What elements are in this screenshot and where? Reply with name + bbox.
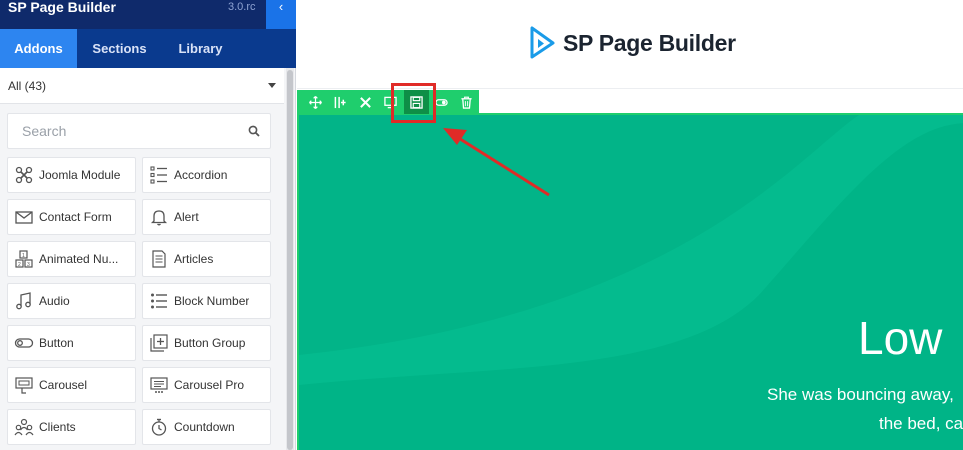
addon-label: Button Group [174,336,246,350]
clients-icon [14,418,34,436]
sidebar-header: SP Page Builder 3.0.rc ‹ [0,0,296,29]
addon-contact-form[interactable]: Contact Form [7,199,136,235]
addon-label: Alert [174,210,199,224]
addon-joomla-module[interactable]: Joomla Module [7,157,136,193]
move-icon [309,95,323,109]
section-settings-button[interactable] [353,90,378,114]
addon-audio[interactable]: Audio [7,283,136,319]
columns-icon [334,96,346,108]
addon-clients[interactable]: Clients [7,409,136,445]
tab-sections[interactable]: Sections [77,29,162,68]
addon-carousel-pro[interactable]: Carousel Pro [142,367,271,403]
music-note-icon [16,292,31,310]
number-blocks-icon: 1 2 3 [15,250,33,268]
hero-subtitle-line1: She was bouncing away, [767,385,954,404]
brand-name: SP Page Builder [563,29,736,56]
addon-label: Joomla Module [39,168,121,182]
addon-list: Joomla Module Accordion Contact Form Ale… [7,157,271,445]
tab-addons[interactable]: Addons [0,29,77,68]
addon-accordion[interactable]: Accordion [142,157,271,193]
page-canvas: SP Page Builder Low She was bouncing awa… [297,0,963,450]
addon-label: Animated Nu... [39,252,119,266]
sidebar-tabs: Addons Sections Library [0,29,296,68]
document-icon [152,250,166,268]
toggle-icon [14,338,34,348]
accordion-icon [150,166,167,184]
trash-icon [461,96,472,109]
addon-carousel[interactable]: Carousel [7,367,136,403]
addon-button-group[interactable]: Button Group [142,325,271,361]
addon-filter-select[interactable]: All (43) [0,68,284,104]
svg-text:2: 2 [18,262,21,268]
highlight-box [391,83,436,123]
app-title: SP Page Builder [8,0,116,15]
addon-button[interactable]: Button [7,325,136,361]
sp-logo-icon [530,26,555,59]
site-header: SP Page Builder [297,0,963,89]
hero-subtitle-line2: the bed, ca [879,414,963,433]
addon-label: Contact Form [39,210,112,224]
addon-block-number[interactable]: Block Number [142,283,271,319]
addon-label: Block Number [174,294,250,308]
app-version: 3.0.rc [228,1,256,13]
carousel-icon [15,377,33,394]
stopwatch-icon [151,418,167,436]
caret-down-icon [268,83,276,88]
collapse-sidebar-button[interactable]: ‹ [266,0,296,29]
section-toolbar [297,90,479,114]
addon-label: Articles [174,252,214,266]
columns-button[interactable] [328,90,353,114]
numbered-list-icon [151,293,167,309]
bell-icon [150,210,168,226]
addon-label: Accordion [174,168,228,182]
scrollbar-thumb[interactable] [287,70,293,450]
filter-selected-value: All (43) [8,78,47,93]
search-icon[interactable] [248,125,260,137]
brand-logo[interactable]: SP Page Builder [529,23,736,63]
toggle-visibility-icon [435,98,448,106]
tab-library[interactable]: Library [162,29,239,68]
joomla-icon [15,166,33,184]
addon-label: Carousel Pro [174,378,245,392]
svg-text:3: 3 [27,262,30,268]
addon-animated-number[interactable]: 1 2 3 Animated Nu... [7,241,136,277]
hero-title: Low [858,312,943,364]
search-input[interactable] [8,114,238,148]
envelope-icon [15,211,33,224]
carousel-pro-icon [150,377,168,393]
addon-alert[interactable]: Alert [142,199,271,235]
delete-section-button[interactable] [454,90,479,114]
sidebar-scrollbar[interactable] [286,68,294,450]
svg-text:1: 1 [22,253,25,259]
addon-label: Countdown [174,420,235,434]
addon-label: Clients [39,420,76,434]
chevron-left-icon: ‹ [278,0,284,14]
add-box-icon [150,334,168,352]
move-section-button[interactable] [303,90,328,114]
addon-label: Button [39,336,74,350]
addon-countdown[interactable]: Countdown [142,409,271,445]
hero-section[interactable]: Low She was bouncing away, the bed, ca [297,113,963,450]
addon-label: Carousel [39,378,88,392]
addon-articles[interactable]: Articles [142,241,271,277]
addon-search [7,113,271,149]
addon-label: Audio [39,294,70,308]
addons-sidebar: SP Page Builder 3.0.rc ‹ Addons Sections… [0,0,296,450]
settings-icon [360,96,372,108]
